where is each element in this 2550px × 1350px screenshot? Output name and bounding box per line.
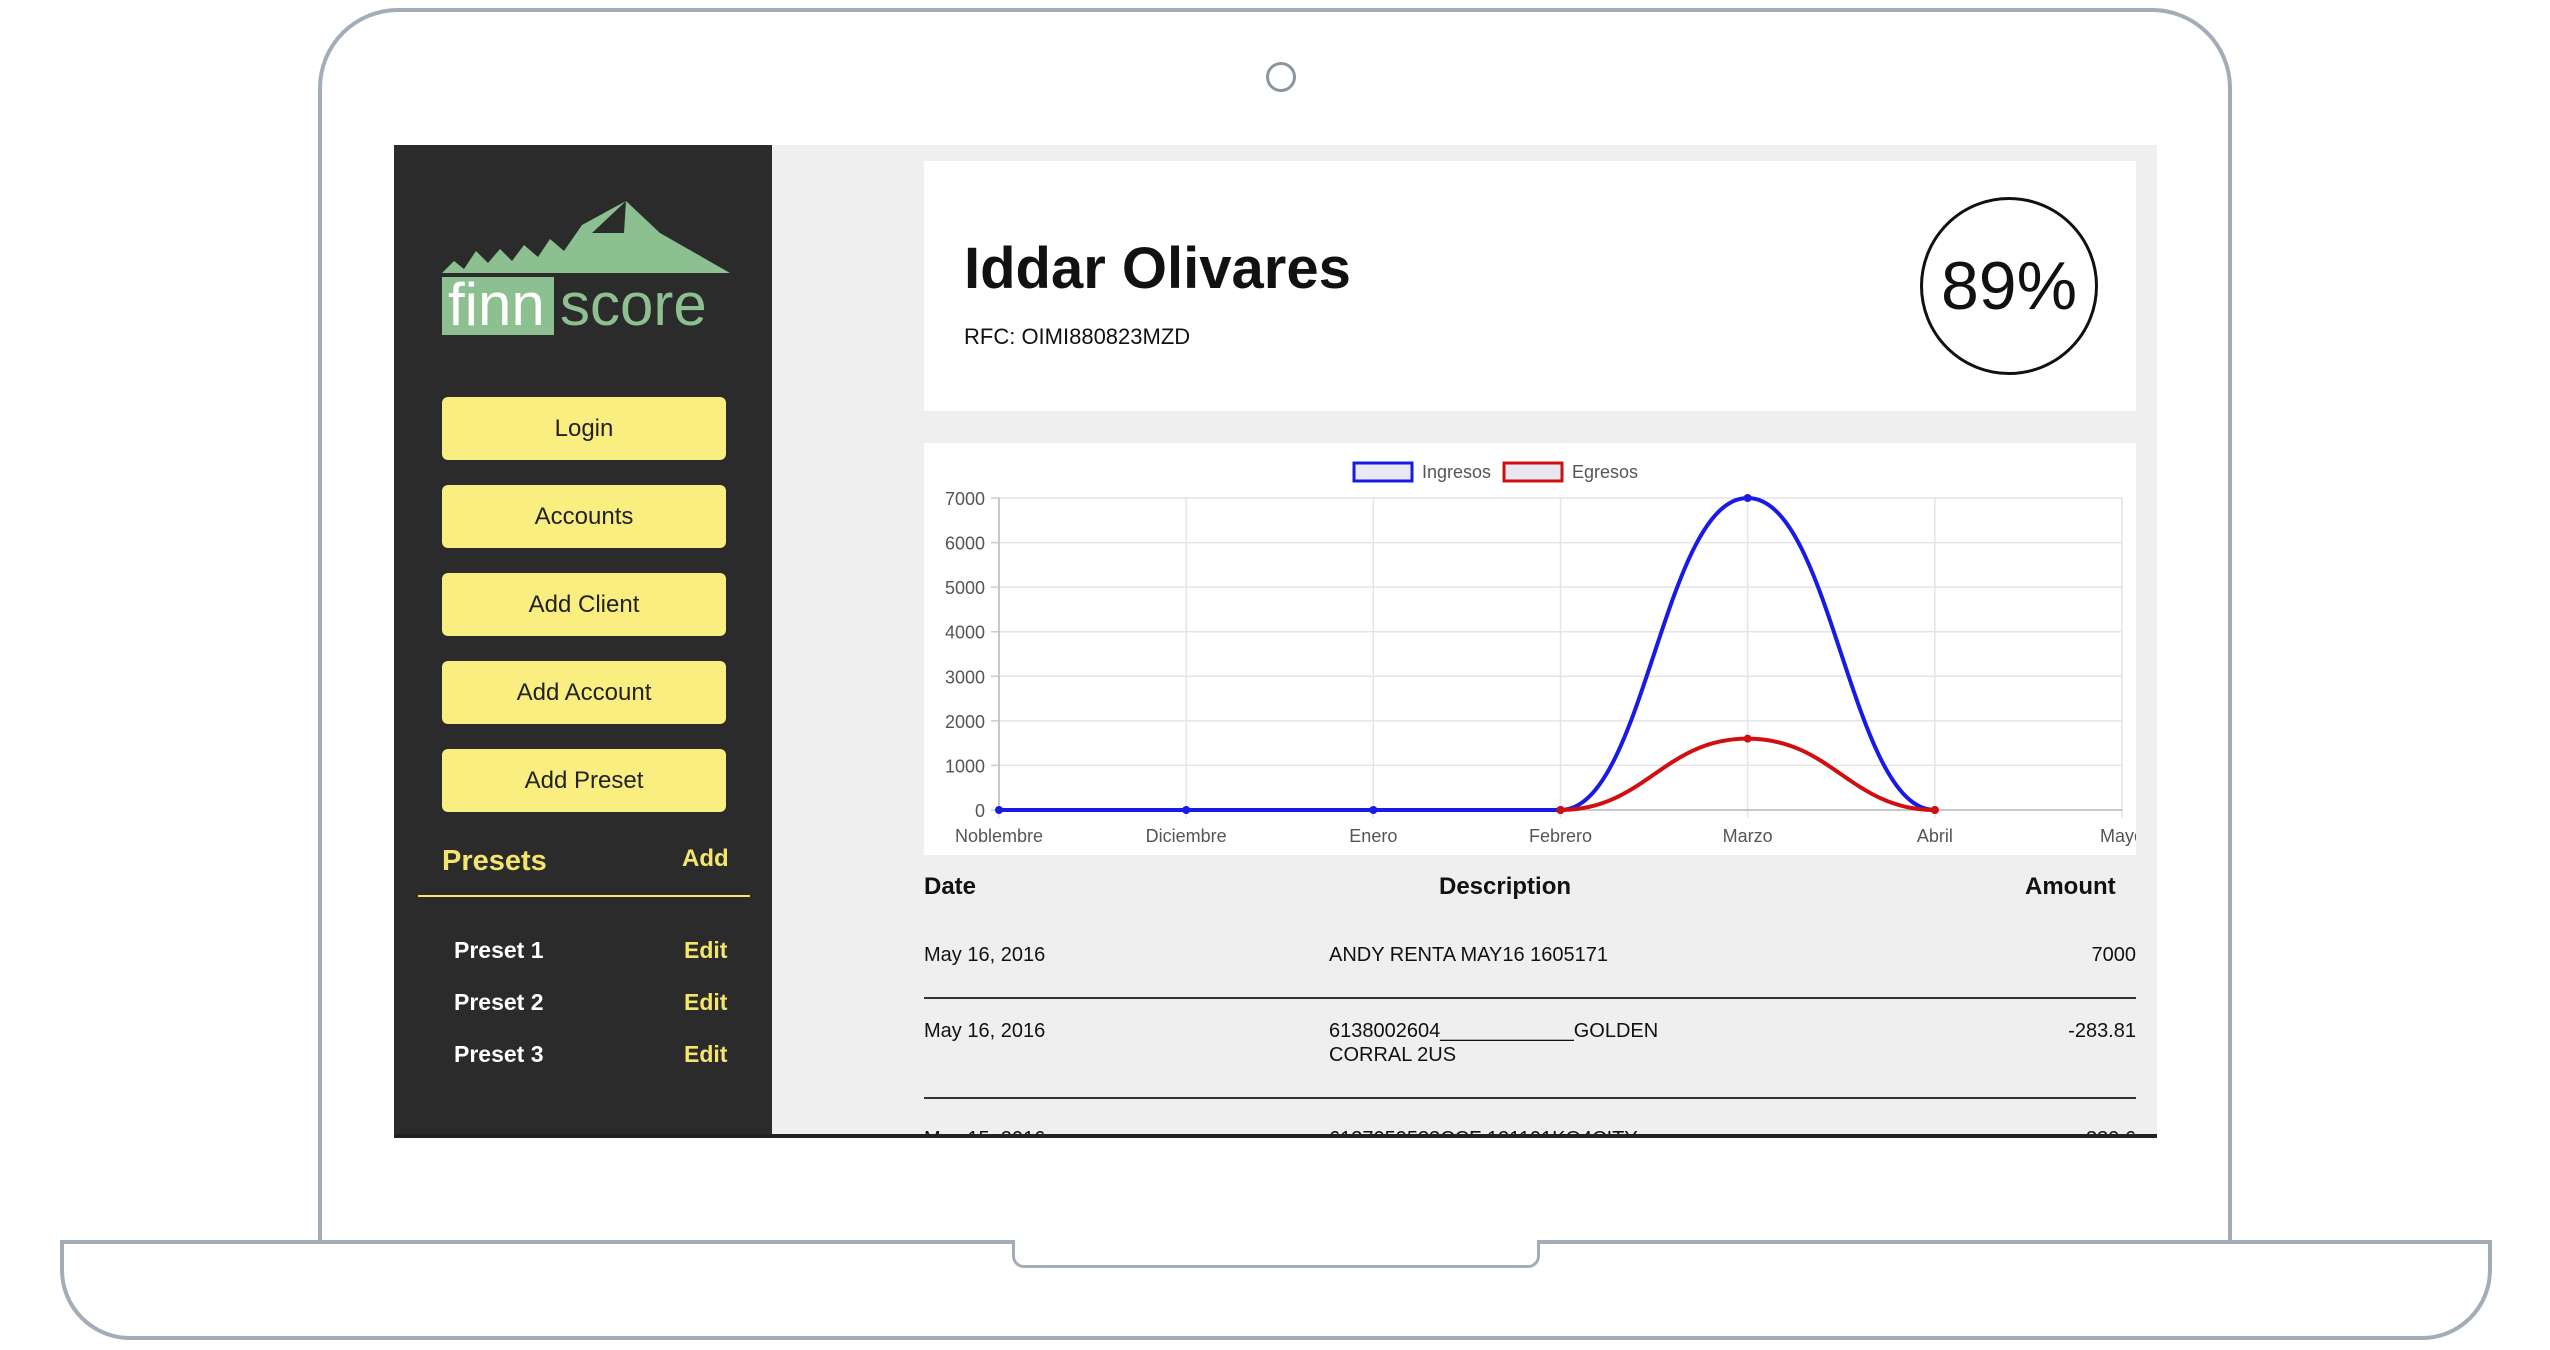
table-row[interactable]: May 16, 2016 ANDY RENTA MAY16 1605171 70…: [924, 923, 2136, 999]
data-point: [1556, 806, 1565, 814]
row-description: ANDY RENTA MAY16 1605171: [1329, 944, 1609, 966]
data-point: [1743, 494, 1752, 502]
row-description-line-2: CORRAL 2US: [1329, 1044, 1457, 1066]
data-point: [1369, 806, 1378, 814]
legend-swatch: [1502, 461, 1564, 483]
add-account-button[interactable]: Add Account: [442, 661, 726, 724]
client-rfc: RFC: OIMI880823MZD: [964, 324, 1191, 349]
finnscore-logo[interactable]: finn score: [442, 181, 732, 341]
preset-item-1[interactable]: Preset 1: [454, 937, 544, 964]
legend-label: Egresos: [1572, 462, 1638, 482]
table-row[interactable]: May 15, 2016 6137059533CCF 121101KO4CITY…: [924, 1099, 2136, 1137]
presets-divider: [418, 895, 750, 897]
presets-add-link[interactable]: Add: [682, 845, 729, 873]
row-description: 6138002604____________GOLDEN: [1329, 1020, 1659, 1042]
client-name: Iddar Olivares: [964, 236, 1351, 301]
header-description: Description: [1439, 873, 1572, 900]
data-point: [1182, 806, 1191, 814]
x-tick-label: Febrero: [1529, 826, 1592, 846]
y-tick-label: 2000: [945, 712, 985, 732]
row-date: May 16, 2016: [924, 1020, 1046, 1042]
y-tick-label: 6000: [945, 534, 985, 554]
sidebar: finn score Login Accounts Add Client Add…: [394, 145, 772, 1137]
preset-edit-3[interactable]: Edit: [684, 1041, 727, 1068]
legend-label: Ingresos: [1422, 462, 1491, 482]
app-screen: finn score Login Accounts Add Client Add…: [394, 145, 2157, 1137]
y-tick-label: 7000: [945, 489, 985, 509]
x-tick-label: Mayo: [2100, 826, 2136, 846]
add-client-button[interactable]: Add Client: [442, 573, 726, 636]
score-badge: 89%: [1920, 197, 2098, 375]
preset-edit-2[interactable]: Edit: [684, 989, 727, 1016]
x-tick-label: Enero: [1349, 826, 1397, 846]
presets-title: Presets: [442, 845, 547, 877]
preset-edit-1[interactable]: Edit: [684, 937, 727, 964]
row-amount: 7000: [2091, 944, 2137, 966]
client-profile-card: Iddar Olivares RFC: OIMI880823MZD 89%: [924, 161, 2136, 411]
preset-item-2[interactable]: Preset 2: [454, 989, 544, 1016]
logo-text-right: score: [560, 271, 707, 338]
data-point: [1743, 734, 1752, 743]
data-point: [995, 806, 1003, 814]
row-date: May 16, 2016: [924, 944, 1046, 966]
login-button[interactable]: Login: [442, 397, 726, 460]
series-line-ingresos: [999, 495, 1935, 813]
data-point: [1930, 806, 1939, 814]
x-tick-label: Abril: [1917, 826, 1953, 846]
x-tick-label: Diciembre: [1146, 826, 1227, 846]
accounts-button[interactable]: Accounts: [442, 485, 726, 548]
table-row[interactable]: May 16, 2016 6138002604____________GOLDE…: [924, 999, 2136, 1099]
x-tick-label: Marzo: [1723, 826, 1773, 846]
chart-card: 0 1000 2000 3000 4000 5000 6000 7000 Noblembre Di…: [924, 443, 2136, 855]
y-tick-label: 0: [975, 801, 985, 821]
screen-bottom-edge: [394, 1134, 2157, 1138]
laptop-notch: [1012, 1240, 1540, 1268]
income-expense-chart: 0 1000 2000 3000 4000 5000 6000 7000 Noblembre Di…: [945, 461, 2136, 846]
y-tick-label: 4000: [945, 623, 985, 643]
header-date: Date: [924, 873, 977, 900]
score-value: 89%: [1940, 248, 2078, 324]
preset-item-3[interactable]: Preset 3: [454, 1041, 544, 1068]
y-tick-label: 5000: [945, 578, 985, 598]
mountain-logo-icon: finn score: [442, 201, 730, 338]
header-amount: Amount: [2025, 873, 2116, 900]
x-tick-label: Noblembre: [955, 826, 1043, 846]
y-tick-label: 1000: [945, 756, 985, 776]
legend-swatch: [1352, 461, 1414, 483]
camera-icon: [1266, 62, 1296, 92]
add-preset-button[interactable]: Add Preset: [442, 749, 726, 812]
logo-text-left: finn: [448, 271, 545, 338]
y-tick-label: 3000: [945, 667, 985, 687]
row-amount: -283.81: [2068, 1020, 2136, 1042]
